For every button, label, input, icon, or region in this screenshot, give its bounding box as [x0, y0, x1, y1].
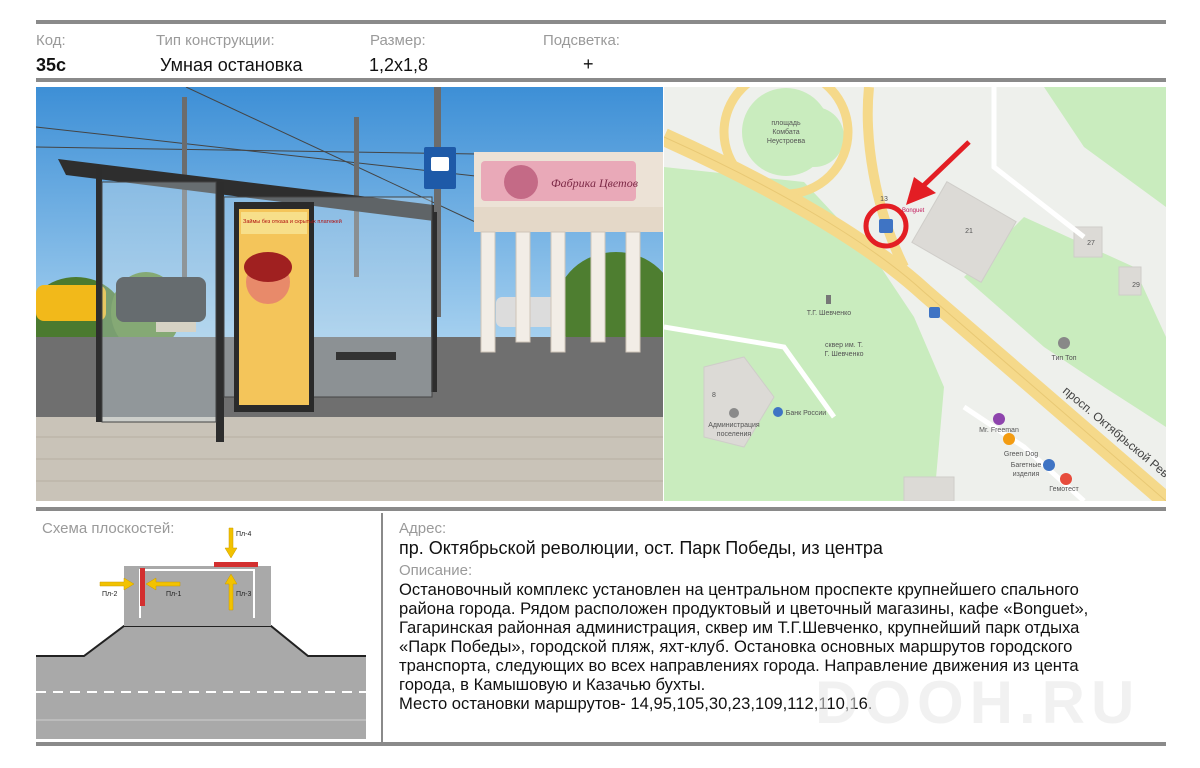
- map-label-house-8: 8: [712, 392, 716, 399]
- address-label: Адрес:: [399, 520, 447, 537]
- pharmacy-icon: [1060, 473, 1072, 485]
- greendog-icon: [1003, 433, 1015, 445]
- header-bottom-rule: [36, 78, 1166, 82]
- plane-label-4: Пл-4: [236, 531, 251, 538]
- bus-stop-photo-illustration: Фабрика Цветов Займы без отказа и скрыты…: [36, 87, 663, 501]
- map-label-house-13: 13: [880, 196, 888, 203]
- map-label-greendog: Green Dog: [1004, 451, 1038, 458]
- bus-stop-photo: Фабрика Цветов Займы без отказа и скрыты…: [36, 87, 663, 501]
- map-label-house-21: 21: [965, 228, 973, 235]
- map-label-park-1: сквер им. Т.: [825, 342, 863, 349]
- watermark-text: DOOH.RU: [815, 669, 1141, 736]
- map-label-square-3: Неустроева: [767, 138, 805, 145]
- bus-stop-icon-secondary: [929, 307, 940, 318]
- mrfreeman-icon: [993, 413, 1005, 425]
- description-line: Гагаринская районная администрация, скве…: [399, 618, 1080, 637]
- section-divider: [381, 513, 383, 743]
- description-line: Остановочный комплекс установлен на цент…: [399, 580, 1079, 599]
- size-value: 1,2х1,8: [369, 55, 429, 75]
- tiptop-icon: [1058, 337, 1070, 349]
- admin-icon: [729, 408, 739, 418]
- map-label-bank: Банк России: [786, 410, 827, 417]
- plane-label-2: Пл-2: [102, 591, 117, 598]
- map-label-park-2: Г. Шевченко: [825, 351, 864, 358]
- map-label-gemotest: Гемотест: [1049, 486, 1079, 493]
- map-label-bakery-2: изделия: [1013, 471, 1040, 478]
- map-label-house-29: 29: [1132, 282, 1140, 289]
- plane-label-1: Пл-1: [166, 591, 181, 598]
- map-label-square-1: площадь: [771, 120, 801, 127]
- code-value: 35с: [36, 55, 67, 75]
- shop-sign-text: Фабрика Цветов: [551, 176, 638, 190]
- plane-1-panel: [140, 568, 145, 606]
- plane-4-panel: [214, 562, 258, 567]
- planes-schema-diagram: Пл-1 Пл-2 Пл-3 Пл-4: [36, 527, 366, 739]
- poster-headline: Займы без отказа и скрытых платежей: [243, 218, 342, 225]
- description-line: района города. Рядом расположен продукто…: [399, 599, 1089, 618]
- address-value: пр. Октябрьской революции, ост. Парк Поб…: [399, 538, 883, 558]
- bank-icon: [773, 407, 783, 417]
- plane-label-3: Пл-3: [236, 591, 251, 598]
- map-label-house-27: 27: [1087, 240, 1095, 247]
- map-label-admin-1: Администрация: [708, 422, 760, 429]
- monument-icon: [826, 295, 831, 304]
- top-rule: [36, 20, 1166, 24]
- bakery-icon: [1043, 459, 1055, 471]
- light-value: +: [583, 54, 594, 74]
- size-label: Размер:: [370, 32, 426, 49]
- map-label-bonguet: Bonguet: [902, 208, 925, 214]
- description-label: Описание:: [399, 562, 473, 579]
- map-label-mrfreeman: Mr. Freeman: [979, 427, 1019, 434]
- type-label: Тип конструкции:: [156, 32, 275, 49]
- map-label-tiptop: Тип Топ: [1051, 355, 1076, 362]
- map-label-square-2: Комбата: [772, 128, 799, 136]
- map-label-monument: Т.Г. Шевченко: [807, 310, 852, 317]
- photo-bottom-rule: [36, 507, 1166, 511]
- map-label-admin-2: поселения: [717, 431, 752, 438]
- bottom-rule: [36, 742, 1166, 746]
- light-label: Подсветка:: [543, 32, 620, 49]
- planes-schema: Пл-1 Пл-2 Пл-3 Пл-4: [36, 520, 366, 740]
- code-label: Код:: [36, 32, 66, 49]
- type-value: Умная остановка: [160, 55, 303, 75]
- description-line: «Парк Победы», городской пляж, яхт-клуб.…: [399, 637, 1073, 656]
- location-map-illustration: площадь Комбата Неустроева Т.Г. Шевченко…: [664, 87, 1166, 501]
- map-label-bakery-1: Багетные: [1011, 462, 1042, 469]
- location-map: площадь Комбата Неустроева Т.Г. Шевченко…: [664, 87, 1166, 501]
